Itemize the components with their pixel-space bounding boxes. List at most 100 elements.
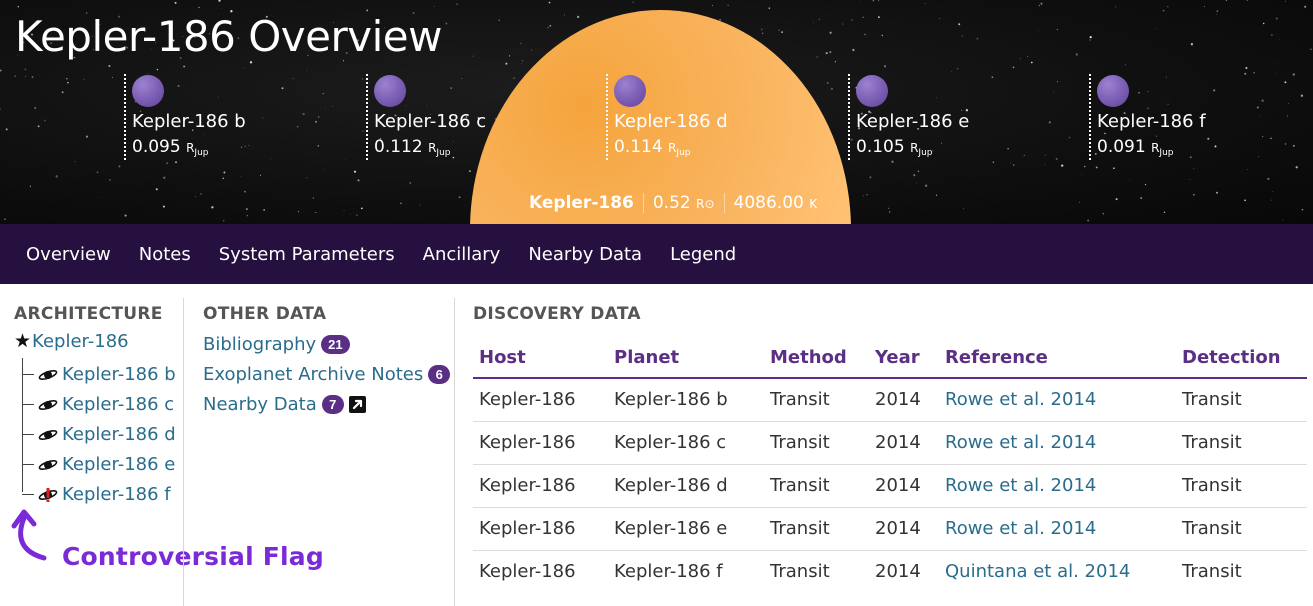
nav-ancillary[interactable]: Ancillary: [423, 244, 501, 265]
cell-year: 2014: [869, 378, 939, 422]
star-name: Kepler-186: [529, 193, 634, 213]
table-header-row: Host Planet Method Year Reference Detect…: [473, 338, 1307, 379]
tree-item-e[interactable]: Kepler-186 e: [22, 454, 175, 475]
host-star-label[interactable]: Kepler-186: [32, 331, 129, 352]
column-header-host[interactable]: Host: [473, 338, 608, 379]
cell-reference-link[interactable]: Rowe et al. 2014: [939, 464, 1176, 508]
planet-icon: [38, 429, 58, 440]
table-row: Kepler-186 Kepler-186 b Transit 2014 Row…: [473, 378, 1307, 422]
system-hero-banner: Kepler-186 Overview Kepler-186 b 0.095 R…: [0, 0, 1313, 224]
column-header-reference[interactable]: Reference: [939, 338, 1176, 379]
count-badge: 7: [321, 395, 344, 414]
count-badge: 21: [321, 335, 350, 354]
planet-radius: 0.091 RJup: [1097, 137, 1174, 158]
tree-item-label[interactable]: Kepler-186 b: [62, 364, 176, 385]
column-header-method[interactable]: Method: [764, 338, 869, 379]
cell-method: Transit: [764, 378, 869, 422]
column-header-year[interactable]: Year: [869, 338, 939, 379]
planet-icon: [38, 459, 58, 470]
cell-reference-link[interactable]: Rowe et al. 2014: [939, 507, 1176, 551]
planet-radius: 0.095 RJup: [132, 137, 209, 158]
star-temperature: 4086.00 K: [723, 193, 827, 213]
callout-arrow-icon: [11, 509, 47, 561]
planet-marker-e[interactable]: Kepler-186 e 0.105 RJup: [848, 74, 1018, 160]
controversial-flag-callout: Controversial Flag: [62, 542, 324, 571]
tree-item-label[interactable]: Kepler-186 d: [62, 424, 176, 445]
archive-notes-label[interactable]: Exoplanet Archive Notes: [203, 364, 423, 385]
cell-host: Kepler-186: [473, 378, 608, 422]
bibliography-label[interactable]: Bibliography: [203, 334, 316, 355]
planet-marker-c[interactable]: Kepler-186 c 0.112 RJup: [366, 74, 536, 160]
tree-item-label[interactable]: Kepler-186 c: [62, 394, 174, 415]
discovery-data-heading: DISCOVERY DATA: [473, 304, 641, 324]
cell-reference-link[interactable]: Quintana et al. 2014: [939, 550, 1176, 593]
cell-method: Transit: [764, 421, 869, 465]
planet-name: Kepler-186 e: [856, 111, 970, 132]
cell-method: Transit: [770, 561, 830, 583]
planet-name: Kepler-186 c: [374, 111, 487, 132]
tree-branch: [22, 374, 34, 375]
cell-detection: Transit: [1176, 421, 1307, 465]
host-star-link[interactable]: ★ Kepler-186: [14, 330, 129, 353]
nearby-data-label[interactable]: Nearby Data: [203, 394, 317, 415]
tree-item-label[interactable]: Kepler-186 f: [62, 484, 171, 505]
table-row: Kepler-186 Kepler-186 d Transit 2014 Row…: [473, 464, 1307, 508]
cell-reference-link[interactable]: Rowe et al. 2014: [939, 378, 1176, 422]
cell-planet: Kepler-186 b: [608, 378, 764, 422]
planet-marker-d[interactable]: Kepler-186 d 0.114 RJup: [606, 74, 776, 160]
nav-legend[interactable]: Legend: [670, 244, 736, 265]
planet-radius: 0.105 RJup: [856, 137, 933, 158]
table-row: Kepler-186 Kepler-186 c Transit 2014 Row…: [473, 421, 1307, 465]
bibliography-link[interactable]: Bibliography 21: [203, 334, 350, 355]
page-title: Kepler-186 Overview: [15, 12, 442, 61]
cell-detection: Transit: [1182, 561, 1242, 583]
discovery-data-table: Host Planet Method Year Reference Detect…: [473, 338, 1307, 593]
host-star-summary: Kepler-186 0.52 R⊙ 4086.00 K: [520, 188, 826, 218]
nav-system-parameters[interactable]: System Parameters: [219, 244, 395, 265]
archive-notes-link[interactable]: Exoplanet Archive Notes 6: [203, 364, 451, 385]
star-radius: 0.52 R⊙: [642, 193, 724, 213]
column-header-planet[interactable]: Planet: [608, 338, 764, 379]
nav-notes[interactable]: Notes: [139, 244, 191, 265]
planet-radius: 0.112 RJup: [374, 137, 451, 158]
tree-item-label[interactable]: Kepler-186 e: [62, 454, 175, 475]
cell-planet: Kepler-186 e: [608, 507, 764, 551]
cell-host: Kepler-186: [473, 421, 608, 465]
architecture-heading: ARCHITECTURE: [14, 304, 163, 324]
cell-planet: Kepler-186 d: [608, 464, 764, 508]
cell-year: 2014: [875, 561, 921, 583]
tree-item-c[interactable]: Kepler-186 c: [22, 394, 174, 415]
planet-name: Kepler-186 b: [132, 111, 246, 132]
planet-marker-b[interactable]: Kepler-186 b 0.095 RJup: [124, 74, 294, 160]
cell-year: 2014: [869, 464, 939, 508]
tree-item-d[interactable]: Kepler-186 d: [22, 424, 176, 445]
planet-icon: [374, 75, 406, 107]
nav-overview[interactable]: Overview: [26, 244, 111, 265]
count-badge: 6: [428, 365, 451, 384]
table-row: Kepler-186 Kepler-186 e Transit 2014 Row…: [473, 507, 1307, 551]
planet-icon: [38, 369, 58, 380]
star-icon: ★: [14, 331, 32, 352]
planet-name: Kepler-186 d: [614, 111, 728, 132]
cell-method: Transit: [764, 507, 869, 551]
tree-item-b[interactable]: Kepler-186 b: [22, 364, 176, 385]
column-divider: [454, 298, 455, 606]
nav-nearby-data[interactable]: Nearby Data: [528, 244, 642, 265]
planet-icon: [614, 75, 646, 107]
tree-item-f[interactable]: Kepler-186 f: [22, 484, 171, 505]
nearby-data-link[interactable]: Nearby Data 7: [203, 394, 366, 415]
tree-branch: [22, 434, 34, 435]
other-data-heading: OTHER DATA: [203, 304, 327, 324]
cell-planet: Kepler-186 c: [608, 421, 764, 465]
cell-reference-link[interactable]: Rowe et al. 2014: [939, 421, 1176, 465]
planet-marker-f[interactable]: Kepler-186 f 0.091 RJup: [1089, 74, 1259, 160]
external-link-icon[interactable]: [348, 396, 366, 413]
planet-icon: [856, 75, 888, 107]
controversial-planet-icon: [38, 487, 58, 502]
table-row: Kepler-186 Kepler-186 f Transit 2014 Qui…: [473, 550, 1307, 593]
column-divider: [183, 298, 184, 606]
section-nav: Overview Notes System Parameters Ancilla…: [0, 224, 1313, 284]
planet-icon: [1097, 75, 1129, 107]
tree-branch: [22, 494, 34, 495]
column-header-detection[interactable]: Detection: [1176, 338, 1307, 379]
